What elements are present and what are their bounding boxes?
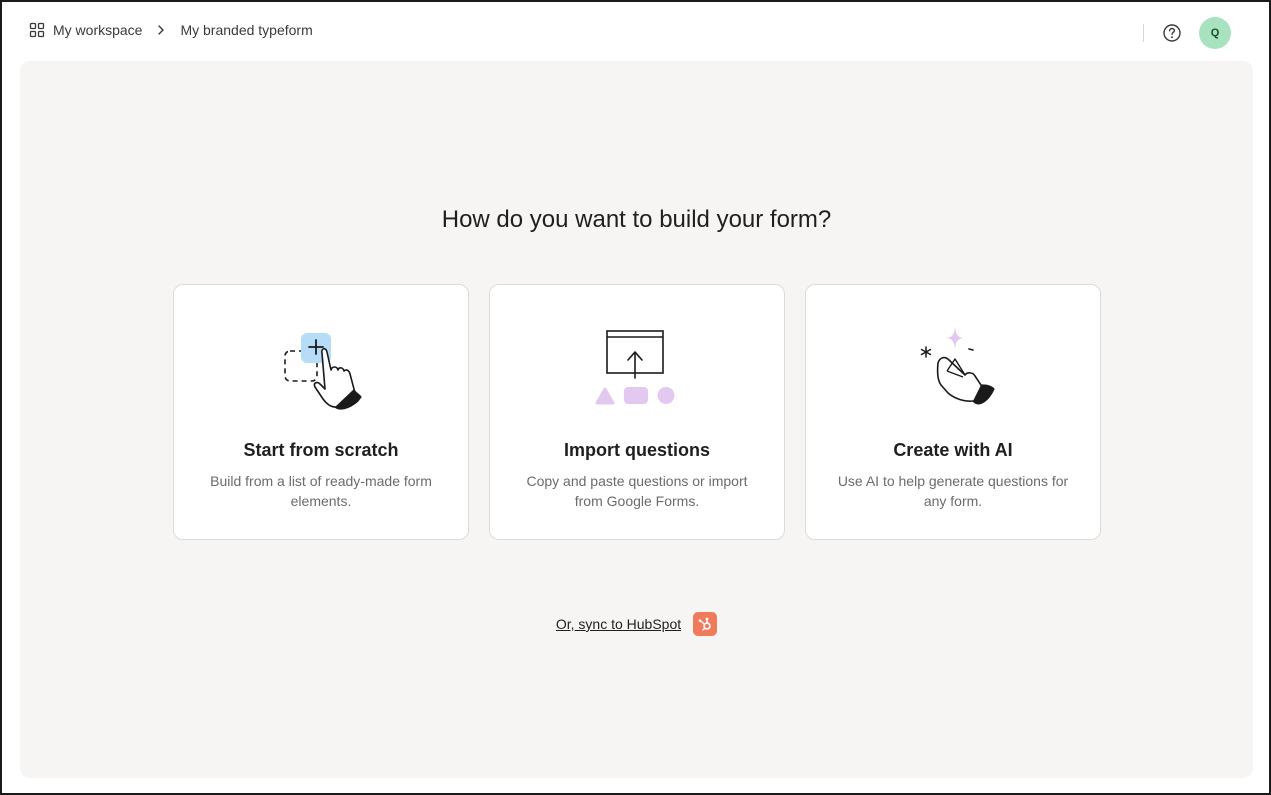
breadcrumb: My workspace My branded typeform <box>29 22 313 38</box>
ai-sparkle-hand-illustration <box>806 323 1100 413</box>
import-questions-card[interactable]: Import questions Copy and paste question… <box>489 284 785 540</box>
sync-hubspot-link[interactable]: Or, sync to HubSpot <box>556 616 681 632</box>
top-bar: My workspace My branded typeform Q <box>2 2 1269 60</box>
import-screen-illustration <box>490 323 784 413</box>
hubspot-sync: Or, sync to HubSpot <box>20 612 1253 636</box>
help-circle-icon[interactable] <box>1162 23 1182 43</box>
card-description: Build from a list of ready-made form ele… <box>210 473 432 509</box>
card-title: Start from scratch <box>243 440 399 460</box>
chevron-right-icon <box>158 25 165 35</box>
header-tools: Q <box>1143 17 1231 49</box>
breadcrumb-form-title[interactable]: My branded typeform <box>180 22 312 38</box>
hubspot-icon[interactable] <box>693 612 718 636</box>
page-heading: How do you want to build your form? <box>441 206 832 233</box>
grid-icon[interactable] <box>29 22 45 38</box>
hand-add-block-illustration <box>174 323 468 413</box>
card-title: Create with AI <box>893 440 1013 460</box>
main-canvas: How do you want to build your form? Star… <box>20 61 1253 778</box>
header-divider <box>1143 24 1144 42</box>
start-from-scratch-card[interactable]: Start from scratch Build from a list of … <box>173 284 469 540</box>
card-description: Use AI to help generate questions for an… <box>837 473 1069 509</box>
breadcrumb-workspace-link[interactable]: My workspace <box>53 22 142 38</box>
app-window: My workspace My branded typeform Q How d… <box>0 0 1271 795</box>
card-description: Copy and paste questions or import from … <box>526 473 748 509</box>
create-with-ai-card[interactable]: Create with AI Use AI to help generate q… <box>805 284 1101 540</box>
card-title: Import questions <box>563 440 710 460</box>
avatar[interactable]: Q <box>1199 17 1231 49</box>
